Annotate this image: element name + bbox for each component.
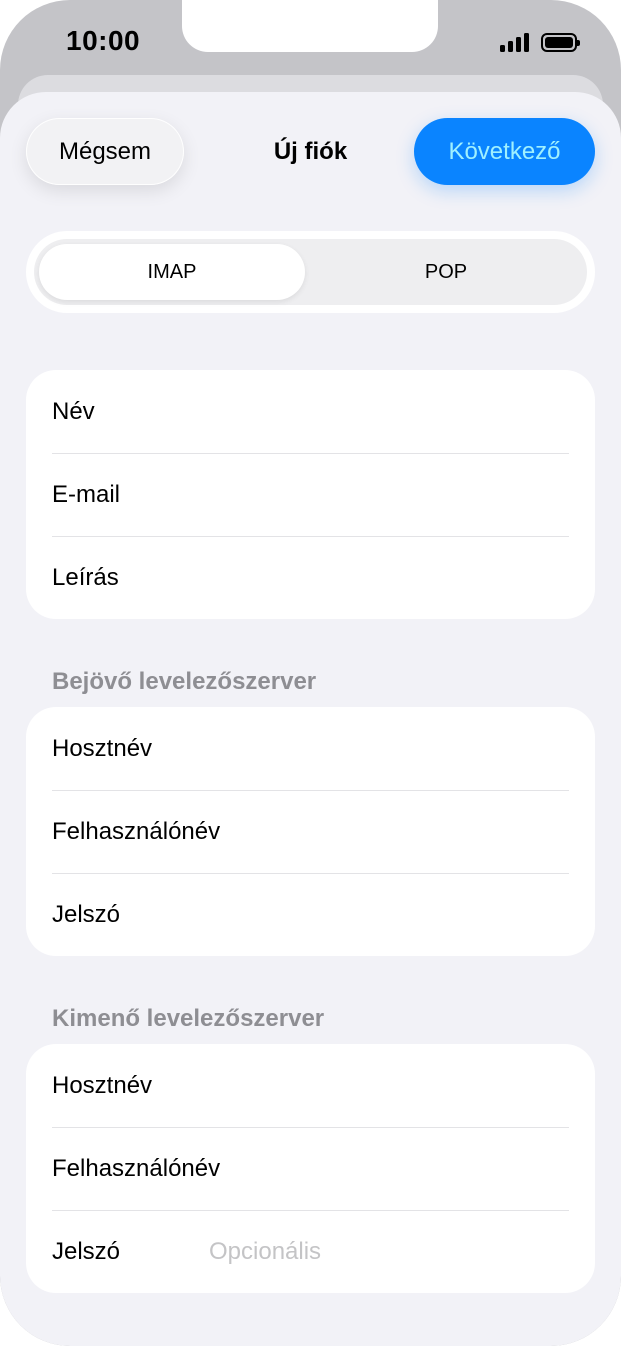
incoming-username-input[interactable] [209,790,569,873]
status-bar: 10:00 [0,0,621,80]
description-input[interactable] [209,536,569,619]
incoming-server-header: Bejövő levelezőszerver [52,668,317,695]
outgoing-server-header: Kimenő levelezőszerver [52,1005,325,1032]
name-input[interactable] [209,370,569,453]
description-label: Leírás [52,564,119,591]
new-account-sheet: Mégsem Új fiók Következő IMAP POP Név E-… [0,92,621,1346]
outgoing-password-label: Jelszó [52,1238,121,1265]
row-email[interactable]: E-mail [26,453,595,536]
email-label: E-mail [52,481,121,508]
outgoing-password-input[interactable] [209,1210,569,1293]
protocol-segmented-control: IMAP POP [34,239,587,305]
account-info-group: Név E-mail Leírás [26,370,595,619]
navigation-bar: Mégsem Új fiók Következő [0,92,621,222]
incoming-password-input[interactable] [209,873,569,956]
outgoing-server-group: Hosztnév Felhasználónév Jelszó [26,1044,595,1293]
battery-icon [541,33,580,52]
row-incoming-username[interactable]: Felhasználónév [26,790,595,873]
row-outgoing-password[interactable]: Jelszó [26,1210,595,1293]
segment-imap[interactable]: IMAP [39,244,305,300]
segment-pop[interactable]: POP [310,244,582,300]
incoming-hostname-input[interactable] [209,707,569,790]
outgoing-username-label: Felhasználónév [52,1155,221,1182]
row-outgoing-hostname[interactable]: Hosztnév [26,1044,595,1127]
outgoing-hostname-label: Hosztnév [52,1072,153,1099]
row-description[interactable]: Leírás [26,536,595,619]
outgoing-hostname-input[interactable] [209,1044,569,1127]
row-outgoing-username[interactable]: Felhasználónév [26,1127,595,1210]
name-label: Név [52,398,95,425]
row-incoming-hostname[interactable]: Hosztnév [26,707,595,790]
incoming-password-label: Jelszó [52,901,121,928]
phone-frame: 10:00 Mégsem Új fiók Következő IMAP POP … [0,0,621,1346]
incoming-username-label: Felhasználónév [52,818,221,845]
protocol-segment-container: IMAP POP [26,231,595,313]
email-input[interactable] [209,453,569,536]
outgoing-username-input[interactable] [209,1127,569,1210]
row-incoming-password[interactable]: Jelszó [26,873,595,956]
incoming-hostname-label: Hosztnév [52,735,153,762]
incoming-server-group: Hosztnév Felhasználónév Jelszó [26,707,595,956]
next-button[interactable]: Következő [414,118,595,185]
status-icons [500,30,580,52]
row-name[interactable]: Név [26,370,595,453]
cellular-signal-icon [500,32,529,52]
status-time: 10:00 [66,25,141,56]
